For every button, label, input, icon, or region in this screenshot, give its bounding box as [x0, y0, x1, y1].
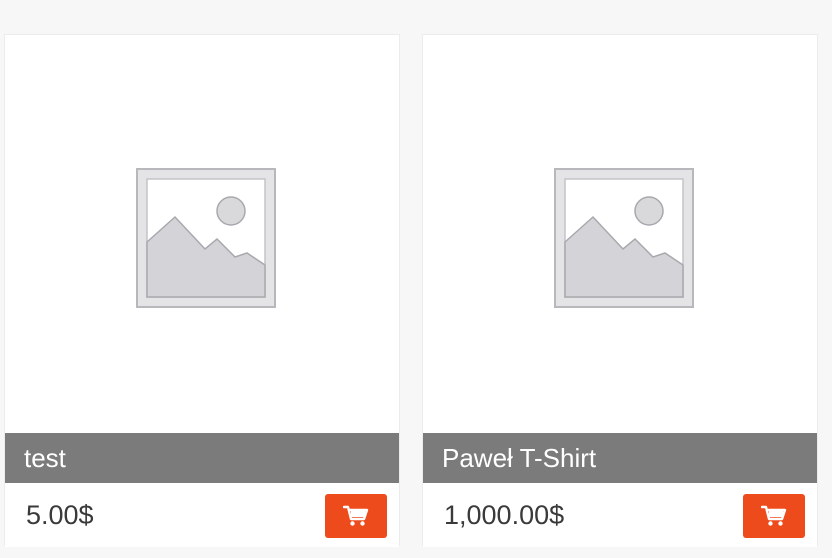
product-price: 5.00$ — [26, 500, 94, 530]
image-placeholder-icon — [554, 168, 694, 308]
shopping-cart-icon — [343, 505, 369, 526]
product-title[interactable]: test — [24, 443, 66, 474]
add-to-cart-button[interactable] — [743, 494, 805, 538]
image-placeholder-icon — [136, 168, 276, 308]
product-title-bar: Paweł T-Shirt — [423, 433, 817, 483]
shopping-cart-icon — [761, 505, 787, 526]
product-price-row: 1,000.00$ — [423, 483, 817, 547]
product-image[interactable] — [5, 35, 399, 433]
product-title-bar: test — [5, 433, 399, 483]
product-card[interactable]: Paweł T-Shirt 1,000.00$ — [422, 34, 818, 547]
product-image[interactable] — [423, 35, 817, 433]
product-price: 1,000.00$ — [444, 500, 565, 530]
product-title[interactable]: Paweł T-Shirt — [442, 443, 596, 474]
product-price-row: 5.00$ — [5, 483, 399, 547]
add-to-cart-button[interactable] — [325, 494, 387, 538]
product-card[interactable]: test 5.00$ — [4, 34, 400, 547]
